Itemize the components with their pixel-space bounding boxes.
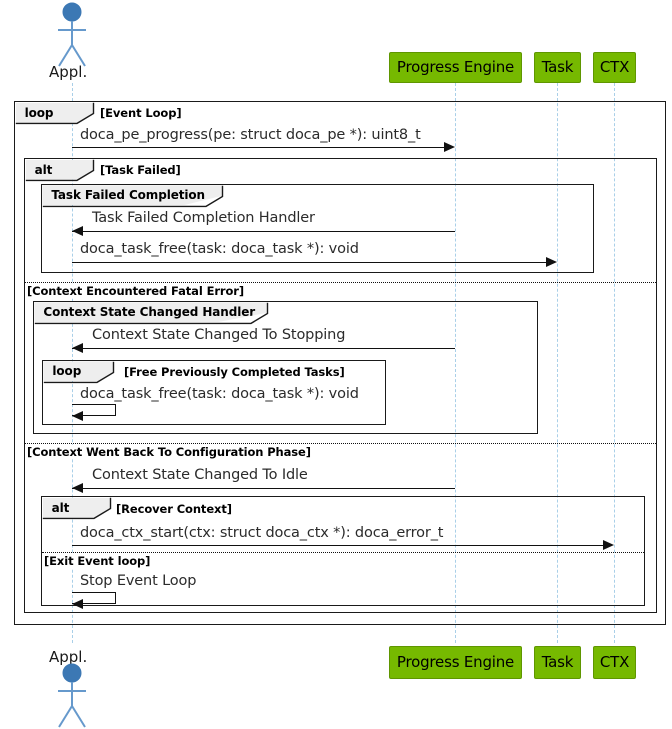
arrowhead-left-task-failed-completion-handler [72, 226, 83, 236]
fragment-notch-alt-1 [25, 159, 95, 182]
divider-label-exit-event-loop: [Exit Event loop] [44, 554, 153, 568]
message-line-doca-task-free-1 [72, 262, 548, 263]
message-line-context-state-changed-to-stopping [72, 348, 455, 349]
fragment-notch-loop-1 [15, 102, 95, 125]
arrowhead-left-context-state-changed-to-stopping [72, 343, 83, 353]
fragment-guard-free-previously-completed-tasks: [Free Previously Completed Tasks] [124, 365, 345, 379]
participant-ctx-bottom[interactable]: CTX [593, 646, 636, 679]
actor-appl-bottom-figure [58, 663, 86, 728]
fragment-guard-task-failed: [Task Failed] [100, 163, 181, 177]
divider-context-encountered-fatal-error [25, 282, 656, 283]
sequence-diagram-canvas: Appl. Progress Engine Task CTX loop [Eve… [0, 0, 672, 729]
arrowhead-right-doca-ctx-start [603, 540, 614, 550]
message-line-task-failed-completion-handler [72, 231, 455, 232]
divider-label-context-went-back-to-configuration-phase: [Context Went Back To Configuration Phas… [27, 445, 313, 459]
fragment-notch-loop-2 [43, 361, 115, 384]
divider-context-went-back-to-configuration-phase [25, 443, 656, 444]
fragment-guard-event-loop: [Event Loop] [100, 106, 182, 120]
participant-ctx-top[interactable]: CTX [593, 52, 636, 83]
arrowhead-left-stop-event-loop [72, 599, 83, 609]
message-label-doca-pe-progress: doca_pe_progress(pe: struct doca_pe *): … [80, 127, 421, 143]
arrowhead-right-doca-task-free-1 [546, 257, 557, 267]
fragment-guard-recover-context: [Recover Context] [116, 502, 232, 516]
message-label-context-state-changed-to-stopping: Context State Changed To Stopping [92, 327, 346, 343]
divider-label-context-encountered-fatal-error: [Context Encountered Fatal Error] [27, 284, 247, 298]
participant-progress-engine-bottom[interactable]: Progress Engine [389, 646, 522, 679]
message-label-stop-event-loop: Stop Event Loop [80, 573, 197, 589]
arrowhead-left-context-state-changed-to-idle [72, 483, 83, 493]
participant-task-bottom[interactable]: Task [534, 646, 581, 679]
message-label-context-state-changed-to-idle: Context State Changed To Idle [92, 467, 308, 483]
fragment-notch-group-1 [42, 185, 224, 208]
fragment-notch-alt-2 [42, 497, 112, 520]
actor-label-appl-top: Appl. [49, 63, 88, 81]
participant-task-top[interactable]: Task [534, 52, 581, 83]
participant-progress-engine-top[interactable]: Progress Engine [389, 52, 522, 83]
divider-exit-event-loop [42, 552, 644, 553]
message-label-doca-task-free-2: doca_task_free(task: doca_task *): void [80, 386, 359, 402]
message-line-context-state-changed-to-idle [72, 488, 455, 489]
message-label-task-failed-completion-handler: Task Failed Completion Handler [92, 210, 315, 226]
fragment-notch-group-2 [34, 302, 269, 325]
message-label-doca-task-free-1: doca_task_free(task: doca_task *): void [80, 241, 359, 257]
message-line-doca-ctx-start [72, 545, 605, 546]
arrowhead-right-doca-pe-progress [444, 142, 455, 152]
actor-appl-top-figure [58, 2, 86, 67]
message-line-doca-pe-progress [72, 147, 446, 148]
message-label-doca-ctx-start: doca_ctx_start(ctx: struct doca_ctx *): … [80, 525, 444, 541]
arrowhead-left-doca-task-free-2 [72, 411, 83, 421]
